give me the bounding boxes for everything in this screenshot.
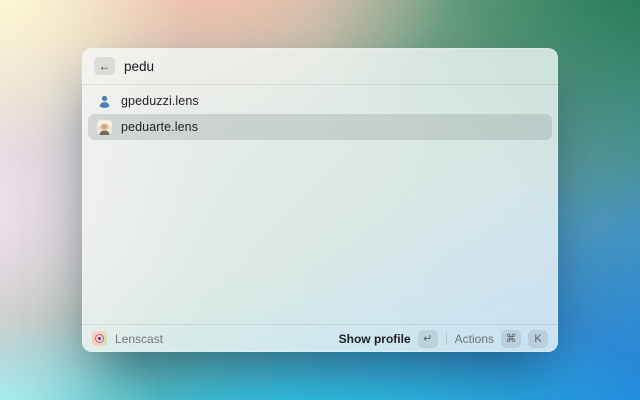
result-row-gpeduzzi[interactable]: gpeduzzi.lens	[88, 88, 552, 114]
footer-app-info: Lenscast	[92, 331, 163, 346]
launcher-window: ← gpeduzzi.lens	[82, 48, 558, 352]
footer-divider	[445, 332, 447, 345]
result-label: peduarte.lens	[121, 120, 199, 134]
footer-actions: Show profile ↵ Actions ⌘ K	[338, 329, 548, 348]
return-key-badge: ↵	[417, 329, 438, 348]
results-list: gpeduzzi.lens peduarte.lens	[82, 85, 558, 324]
lens-dot	[98, 337, 101, 340]
app-name-label: Lenscast	[115, 331, 164, 346]
search-input[interactable]	[124, 58, 546, 74]
result-row-peduarte[interactable]: peduarte.lens	[88, 114, 552, 140]
back-arrow-icon: ←	[98, 58, 111, 73]
show-profile-label: Show profile	[338, 331, 411, 346]
back-button[interactable]: ←	[94, 57, 115, 75]
footer-bar: Lenscast Show profile ↵ Actions ⌘ K	[82, 324, 558, 352]
person-icon	[97, 94, 112, 109]
actions-label: Actions	[454, 331, 494, 346]
actions-menu-button[interactable]: Actions ⌘ K	[454, 329, 548, 348]
k-key-badge: K	[528, 329, 548, 348]
lens-ring	[95, 334, 104, 343]
show-profile-button[interactable]: Show profile ↵	[338, 329, 438, 348]
lenscast-logo-icon	[92, 331, 107, 346]
search-bar: ←	[82, 48, 558, 85]
profile-photo-icon	[97, 119, 112, 135]
command-key-badge: ⌘	[501, 329, 521, 348]
result-label: gpeduzzi.lens	[121, 94, 199, 108]
